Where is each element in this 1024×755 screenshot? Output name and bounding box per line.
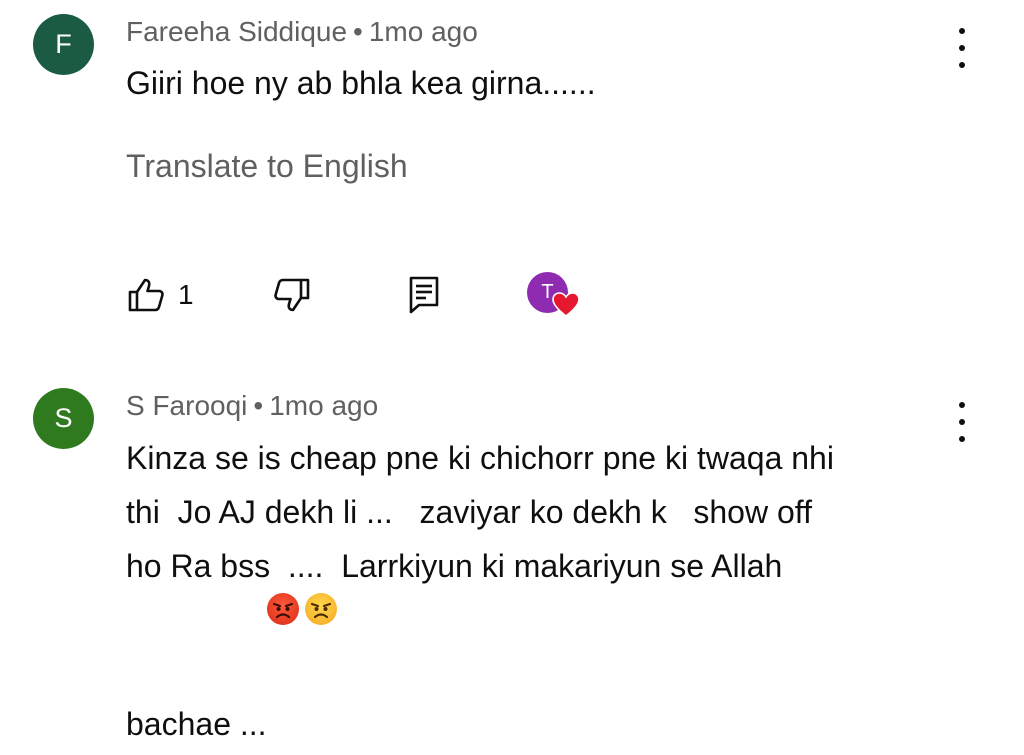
avatar[interactable]: S (33, 388, 94, 449)
like-count: 1 (178, 279, 194, 310)
comment-1: F Fareeha Siddique • 1mo ago Giiri hoe ny … (0, 0, 1024, 370)
comment-meta: Fareeha Siddique • 1mo ago (126, 16, 478, 48)
more-vert-icon[interactable] (950, 402, 974, 442)
dislike-button[interactable] (272, 275, 312, 315)
translate-button[interactable]: Translate to English (126, 148, 408, 185)
meta-separator: • (353, 16, 363, 47)
comment-text: Kinza se is cheap pne ki chichorr pne ki… (126, 431, 946, 751)
comment-time: 1mo ago (269, 390, 379, 421)
more-vert-icon[interactable] (950, 28, 974, 68)
avatar[interactable]: F (33, 14, 94, 75)
comment-text: Giiri hoe ny ab bhla kea girna...... (126, 65, 596, 101)
like-button[interactable]: 1 (126, 275, 194, 315)
heart-icon (552, 292, 580, 318)
reply-button[interactable] (404, 274, 444, 316)
angry-red-face-emoji (266, 593, 299, 625)
comment-line: Kinza se is cheap pne ki chichorr pne ki… (126, 440, 834, 476)
meta-separator: • (253, 390, 264, 421)
comment-line: bachae ... (126, 706, 267, 742)
thumb-up-icon (128, 278, 164, 312)
angry-face-emoji (304, 593, 337, 625)
creator-heart-icon: T (527, 272, 583, 322)
author-name[interactable]: Fareeha Siddique (126, 16, 347, 47)
avatar-letter: S (54, 403, 73, 433)
comment-meta: S Farooqi • 1mo ago (126, 390, 378, 422)
comment-line: thi Jo AJ dekh li ... zaviyar ko dekh k … (126, 494, 812, 530)
avatar-letter: F (55, 29, 72, 59)
reply-icon (409, 276, 439, 314)
comment-line-last: bachae ... (126, 593, 946, 751)
comment-2: S S Farooqi • 1mo ago Kinza se is cheap pn… (0, 370, 1024, 742)
thumb-down-icon (274, 278, 310, 312)
comment-line: ho Ra bss .... Larrkiyun ki makariyun se… (126, 548, 783, 584)
author-name[interactable]: S Farooqi (126, 390, 247, 421)
comment-time: 1mo ago (368, 16, 478, 47)
